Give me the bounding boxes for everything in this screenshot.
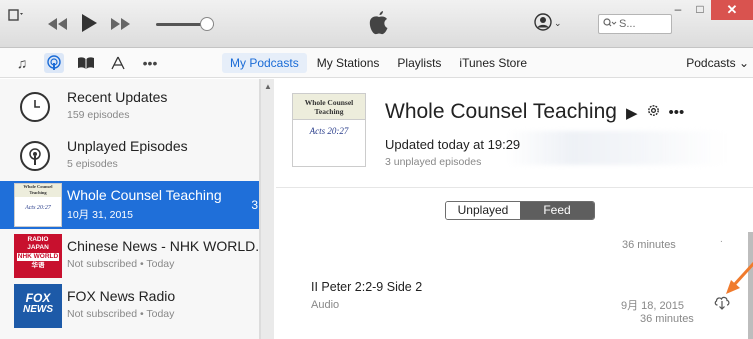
rewind-icon[interactable] [46, 17, 70, 31]
divider [276, 187, 753, 188]
episode-date: 9月 18, 2015 [621, 300, 684, 312]
more-icon[interactable]: ••• [669, 104, 685, 121]
artwork-title-line1: Whole Counsel [304, 97, 354, 107]
apps-icon[interactable] [108, 53, 128, 73]
account-button[interactable]: ⌄ [534, 13, 562, 34]
podcast-icon [20, 141, 50, 171]
playback-controls [46, 12, 132, 36]
sidebar-item-label: Chinese News - NHK WORLD... [67, 238, 260, 254]
sidebar-item-label: Unplayed Episodes [67, 138, 188, 154]
account-icon [534, 13, 552, 34]
sidebar-item-sublabel: 5 episodes [67, 158, 118, 170]
unplayed-count: 3 unplayed episodes [385, 156, 482, 168]
fox-news-logo-thumb: FOX NEWS [14, 284, 62, 328]
fox-line1: FOX [25, 291, 51, 305]
play-icon[interactable]: ▶ [626, 104, 638, 122]
music-icon[interactable]: ♫ [12, 53, 32, 73]
thumb-verse: Acts 20:27 [25, 205, 51, 211]
more-icon[interactable]: ••• [140, 53, 160, 73]
pointer-arrow-icon [722, 261, 753, 301]
segment-feed[interactable]: Feed [520, 202, 594, 219]
sidebar-item-recent-updates[interactable]: Recent Updates 159 episodes [0, 83, 259, 131]
search-icon [603, 17, 617, 31]
tab-itunes-store[interactable]: iTunes Store [451, 53, 535, 73]
sidebar-item-sublabel: 10月 31, 2015 [67, 209, 133, 221]
search-placeholder: S... [619, 18, 636, 30]
sidebar-item-label: FOX News Radio [67, 288, 176, 304]
artwork-verse: Acts 20:27 [309, 126, 349, 136]
sidebar-item-sublabel: Not subscribed • Today [67, 308, 175, 320]
nav-bar: ♫ ••• My Podcasts My Stations Playlists … [0, 48, 753, 78]
nhk-line3: NHK WORLD [17, 253, 59, 261]
nhk-logo-thumb: RADIO JAPAN NHK WORLD 华语 [14, 234, 62, 278]
episode-duration: 36 minutes [622, 239, 676, 251]
page-title: Whole Counsel Teaching [385, 100, 617, 123]
tab-my-stations[interactable]: My Stations [309, 53, 388, 73]
clock-icon [20, 92, 50, 122]
fast-forward-icon[interactable] [108, 17, 132, 31]
sidebar-item-sublabel: Not subscribed • Today [67, 258, 175, 270]
fox-line2: NEWS [23, 304, 53, 315]
sidebar: Recent Updates 159 episodes Unplayed Epi… [0, 79, 260, 339]
tab-playlists[interactable]: Playlists [389, 53, 449, 73]
artwork-title-line2: Teaching [314, 106, 344, 116]
title-bar: ⌄ S... – □ ✕ [0, 0, 753, 48]
search-input[interactable]: S... [598, 14, 672, 34]
podcasts-dropdown[interactable]: Podcasts ⌄ [686, 56, 749, 70]
segment-unplayed[interactable]: Unplayed [446, 202, 520, 219]
sidebar-item-unplayed[interactable]: Unplayed Episodes 5 episodes [0, 132, 259, 180]
podcast-artwork: Whole Counsel Teaching Acts 20:27 [292, 93, 366, 167]
sidebar-item-whole-counsel-teaching[interactable]: Whole Counsel Teaching Acts 20:27 Whole … [0, 181, 259, 229]
divider-dot: . [720, 234, 723, 245]
minimize-icon[interactable]: – [667, 0, 689, 20]
nhk-line2: JAPAN [27, 244, 49, 251]
nav-tabs: My Podcasts My Stations Playlists iTunes… [222, 53, 535, 73]
scroll-up-icon[interactable]: ▲ [264, 82, 272, 91]
thumb-line2: Teaching [29, 190, 47, 195]
podcast-detail-pane: Whole Counsel Teaching Acts 20:27 Whole … [276, 79, 753, 339]
updated-text: Updated today at 19:29 [385, 137, 521, 152]
tab-my-podcasts[interactable]: My Podcasts [222, 53, 307, 73]
play-icon[interactable] [80, 13, 98, 36]
sidebar-item-nhk-world[interactable]: RADIO JAPAN NHK WORLD 华语 Chinese News - … [0, 232, 260, 280]
episode-filter-segmented-control: Unplayed Feed [445, 201, 595, 220]
chevron-down-icon: ⌄ [554, 18, 562, 28]
sidebar-item-label: Recent Updates [67, 89, 168, 105]
gear-icon[interactable] [646, 103, 661, 122]
episode-duration: 36 minutes [640, 313, 694, 325]
close-icon[interactable]: ✕ [711, 0, 753, 20]
podcast-artwork-thumb: Whole Counsel Teaching Acts 20:27 [14, 183, 62, 227]
sidebar-item-fox-news-radio[interactable]: FOX NEWS FOX News Radio Not subscribed •… [0, 282, 259, 330]
nhk-line4: 华语 [31, 262, 45, 269]
title-actions: ▶ ••• [626, 103, 684, 122]
unplayed-count-badge: 3 [251, 198, 258, 212]
sidebar-item-label: Whole Counsel Teaching [67, 187, 222, 203]
sidebar-scrollbar[interactable]: ▲ [260, 79, 274, 339]
apple-logo-icon [368, 10, 390, 36]
window-menu-icon[interactable] [8, 9, 26, 25]
books-icon[interactable] [76, 53, 96, 73]
episode-type: Audio [311, 299, 340, 311]
volume-knob[interactable] [200, 17, 214, 31]
sidebar-item-sublabel: 159 episodes [67, 109, 130, 121]
nhk-line1: RADIO [27, 236, 49, 243]
maximize-icon[interactable]: □ [689, 0, 711, 20]
media-type-selector: ♫ ••• [12, 53, 160, 73]
episode-title[interactable]: II Peter 2:2-9 Side 2 [311, 280, 422, 294]
podcast-icon[interactable] [44, 53, 64, 73]
header-background [506, 131, 726, 165]
window-controls: – □ ✕ [667, 0, 753, 20]
